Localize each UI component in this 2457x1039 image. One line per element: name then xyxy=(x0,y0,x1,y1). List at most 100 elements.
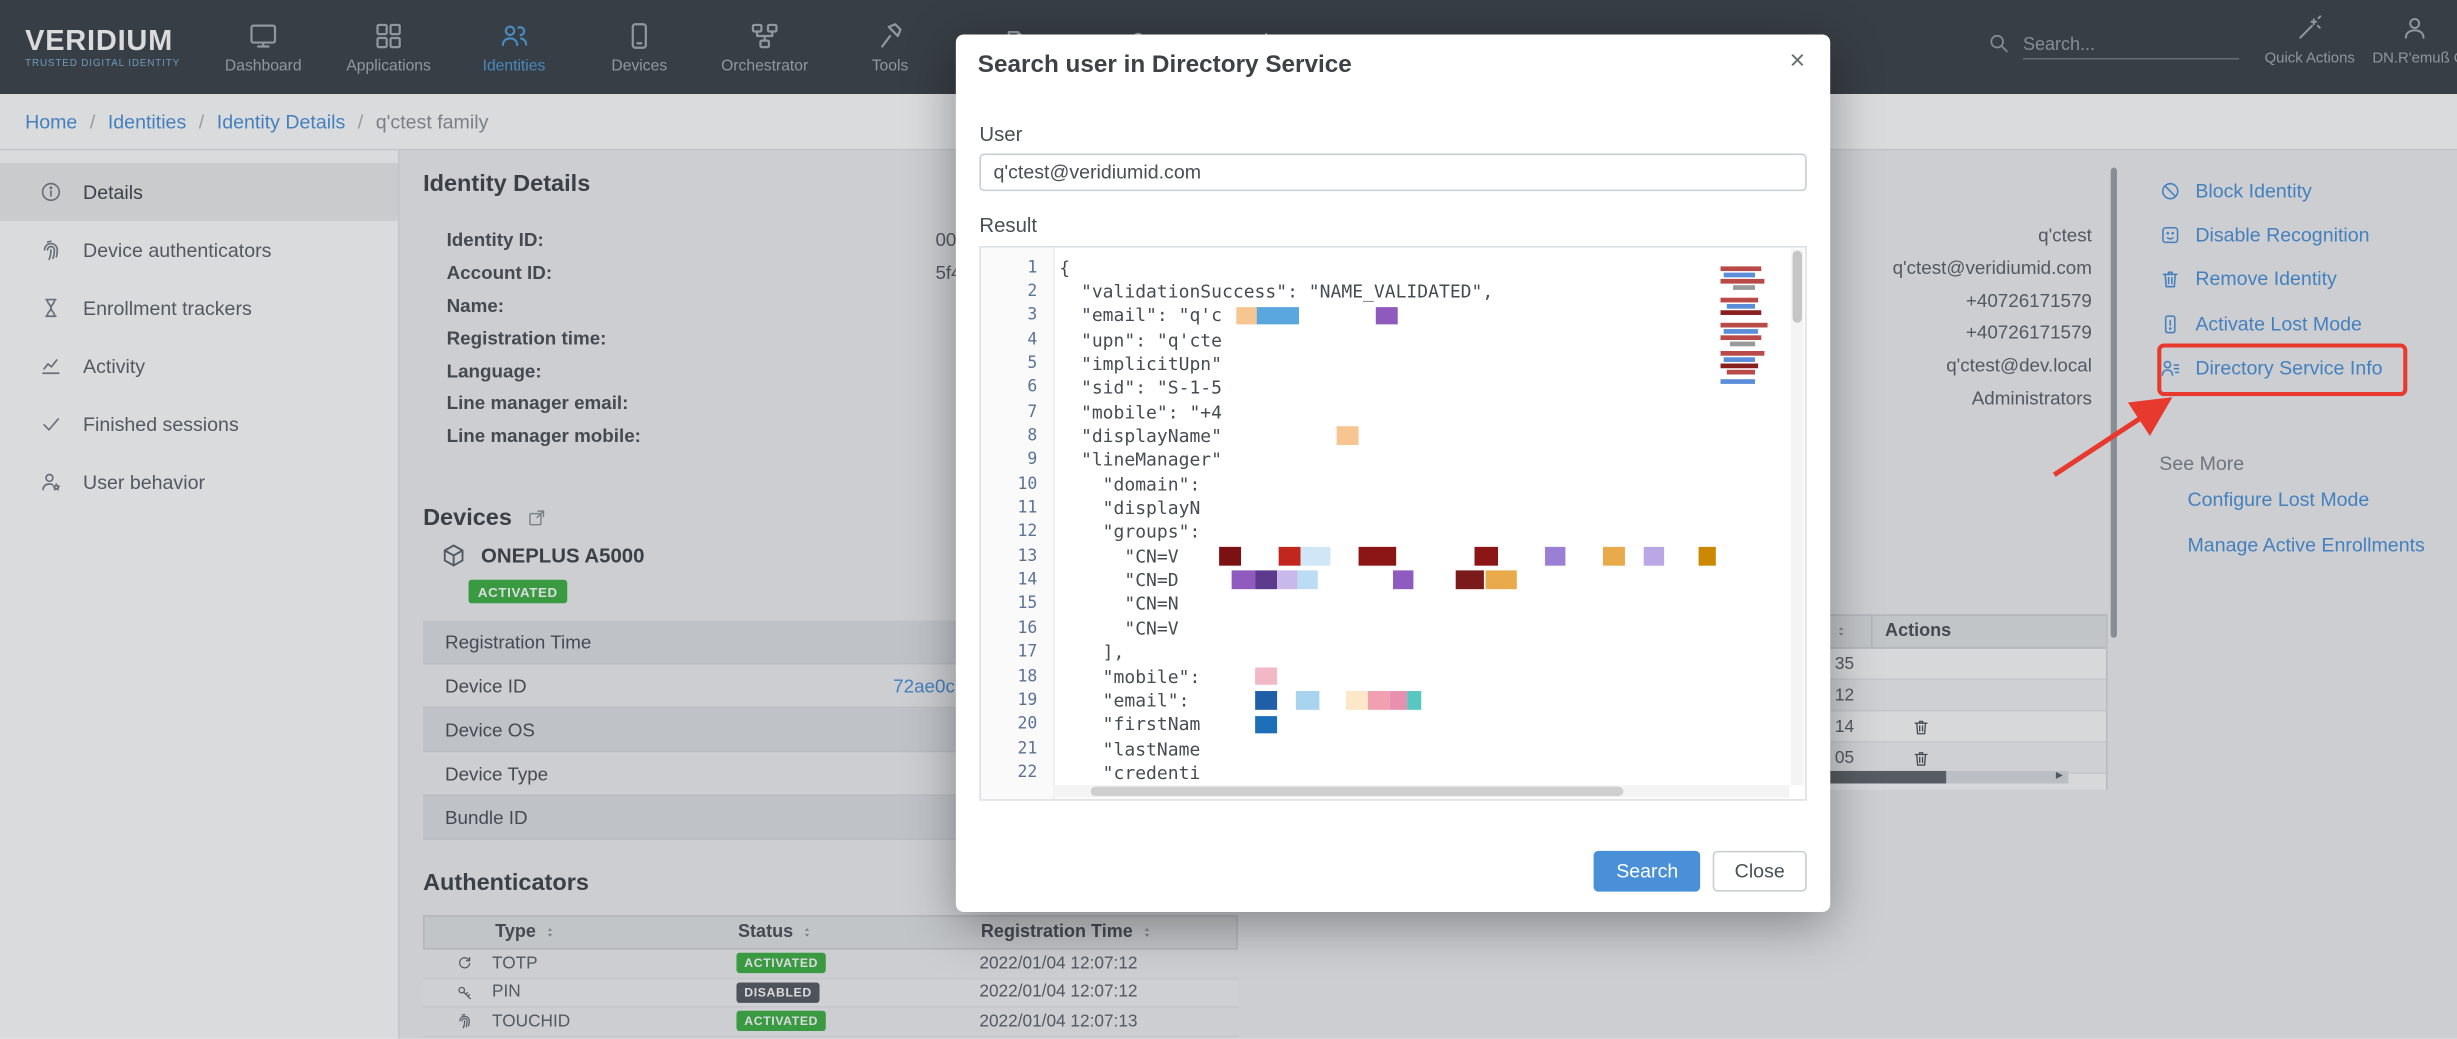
minimap-mark xyxy=(1721,335,1762,340)
code-line: 1{ xyxy=(981,255,1805,279)
code-line: 18 "mobile": xyxy=(981,664,1805,688)
redaction-block xyxy=(1475,547,1499,565)
code-text: "firstNam xyxy=(1059,713,1200,735)
minimap-mark xyxy=(1721,323,1768,328)
redaction-block xyxy=(1297,571,1317,589)
line-number: 13 xyxy=(981,547,1053,566)
close-icon[interactable]: × xyxy=(1780,44,1814,78)
code-line: 13 "CN=V xyxy=(981,544,1805,568)
line-number: 1 xyxy=(981,258,1053,277)
search-button[interactable]: Search xyxy=(1594,851,1700,892)
code-text: ], xyxy=(1059,641,1124,663)
editor-minimap xyxy=(1717,260,1789,410)
code-text: "CN=N xyxy=(1059,593,1178,615)
line-number: 18 xyxy=(981,667,1053,686)
minimap-mark xyxy=(1721,298,1759,303)
minimap-mark xyxy=(1724,329,1758,334)
code-line: 4 "upn": "q'cte xyxy=(981,328,1805,352)
line-number: 15 xyxy=(981,595,1053,614)
code-text: "displayN xyxy=(1059,497,1200,519)
line-number: 11 xyxy=(981,498,1053,517)
line-number: 12 xyxy=(981,523,1053,542)
code-line: 12 "groups": xyxy=(981,520,1805,544)
redaction-block xyxy=(1232,571,1256,589)
code-line: 22 "credenti xyxy=(981,760,1805,784)
code-text: "mobile": "+4 xyxy=(1059,401,1222,423)
redaction-block xyxy=(1277,571,1297,589)
redaction-block xyxy=(1255,715,1277,733)
code-line: 20 "firstNam xyxy=(981,712,1805,736)
code-text: "implicitUpn" xyxy=(1059,353,1222,375)
code-line: 7 "mobile": "+4 xyxy=(981,400,1805,424)
redaction-block xyxy=(1393,571,1413,589)
minimap-mark xyxy=(1721,351,1765,356)
redaction-block xyxy=(1255,571,1277,589)
code-text: "displayName" xyxy=(1059,425,1222,447)
line-number: 16 xyxy=(981,619,1053,638)
code-text: "groups": xyxy=(1059,521,1200,543)
code-text: "CN=D xyxy=(1059,569,1178,591)
line-number: 14 xyxy=(981,571,1053,590)
user-input[interactable] xyxy=(979,154,1806,192)
minimap-mark xyxy=(1727,370,1755,375)
code-text: "credenti xyxy=(1059,761,1200,783)
minimap-mark xyxy=(1724,357,1755,362)
code-line: 16 "CN=V xyxy=(981,616,1805,640)
code-text: { xyxy=(1059,256,1070,278)
line-number: 7 xyxy=(981,402,1053,421)
minimap-mark xyxy=(1721,379,1755,384)
redaction-block xyxy=(1359,547,1397,565)
editor-vertical-scrollbar[interactable] xyxy=(1791,249,1804,785)
result-code-editor[interactable]: 1{2 "validationSuccess": "NAME_VALIDATED… xyxy=(979,246,1806,801)
redaction-block xyxy=(1257,307,1299,325)
redaction-block xyxy=(1368,691,1390,709)
line-number: 22 xyxy=(981,763,1053,782)
scrollbar-thumb[interactable] xyxy=(1091,787,1624,796)
directory-search-modal: Search user in Directory Service × User … xyxy=(956,34,1830,911)
minimap-mark xyxy=(1733,285,1755,290)
app-root: VERIDIUM TRUSTED DIGITAL IDENTITY Dashbo… xyxy=(0,0,2457,1039)
line-number: 10 xyxy=(981,474,1053,493)
minimap-mark xyxy=(1730,342,1755,347)
code-text: "lastName xyxy=(1059,737,1200,759)
line-number: 4 xyxy=(981,330,1053,349)
code-line: 8 "displayName" xyxy=(981,424,1805,448)
scrollbar-thumb[interactable] xyxy=(1793,251,1802,323)
redaction-block xyxy=(1255,691,1277,709)
code-line: 15 "CN=N xyxy=(981,592,1805,616)
redaction-block xyxy=(1376,307,1398,325)
redaction-block xyxy=(1699,547,1716,565)
line-number: 3 xyxy=(981,306,1053,325)
code-text: "sid": "S-1-5 xyxy=(1059,377,1222,399)
minimap-mark xyxy=(1727,304,1755,309)
line-number: 2 xyxy=(981,282,1053,301)
code-text: "email": "q'c xyxy=(1059,305,1222,327)
code-line: 10 "domain": xyxy=(981,472,1805,496)
minimap-mark xyxy=(1721,310,1762,315)
code-line: 19 "email": xyxy=(981,688,1805,712)
code-line: 9 "lineManager" xyxy=(981,448,1805,472)
redaction-block xyxy=(1337,427,1359,445)
code-text: "upn": "q'cte xyxy=(1059,329,1222,351)
redaction-block xyxy=(1219,547,1241,565)
redaction-block xyxy=(1390,691,1407,709)
close-button[interactable]: Close xyxy=(1713,851,1807,892)
redaction-block xyxy=(1301,547,1331,565)
modal-footer: Search Close xyxy=(1594,851,1806,892)
editor-horizontal-scrollbar[interactable] xyxy=(1053,785,1789,798)
line-number: 21 xyxy=(981,739,1053,758)
minimap-mark xyxy=(1724,273,1755,278)
line-number: 17 xyxy=(981,643,1053,662)
line-number: 5 xyxy=(981,354,1053,373)
code-line: 14 "CN=D xyxy=(981,568,1805,592)
code-line: 3 "email": "q'c xyxy=(981,304,1805,328)
redaction-block xyxy=(1485,571,1516,589)
code-line: 5 "implicitUpn" xyxy=(981,352,1805,376)
redaction-block xyxy=(1603,547,1625,565)
code-text: "CN=V xyxy=(1059,545,1178,567)
code-line: 21 "lastName xyxy=(981,736,1805,760)
modal-title: Search user in Directory Service xyxy=(978,52,1352,80)
line-number: 9 xyxy=(981,450,1053,469)
minimap-mark xyxy=(1721,364,1759,369)
user-field-label: User xyxy=(979,122,1022,146)
